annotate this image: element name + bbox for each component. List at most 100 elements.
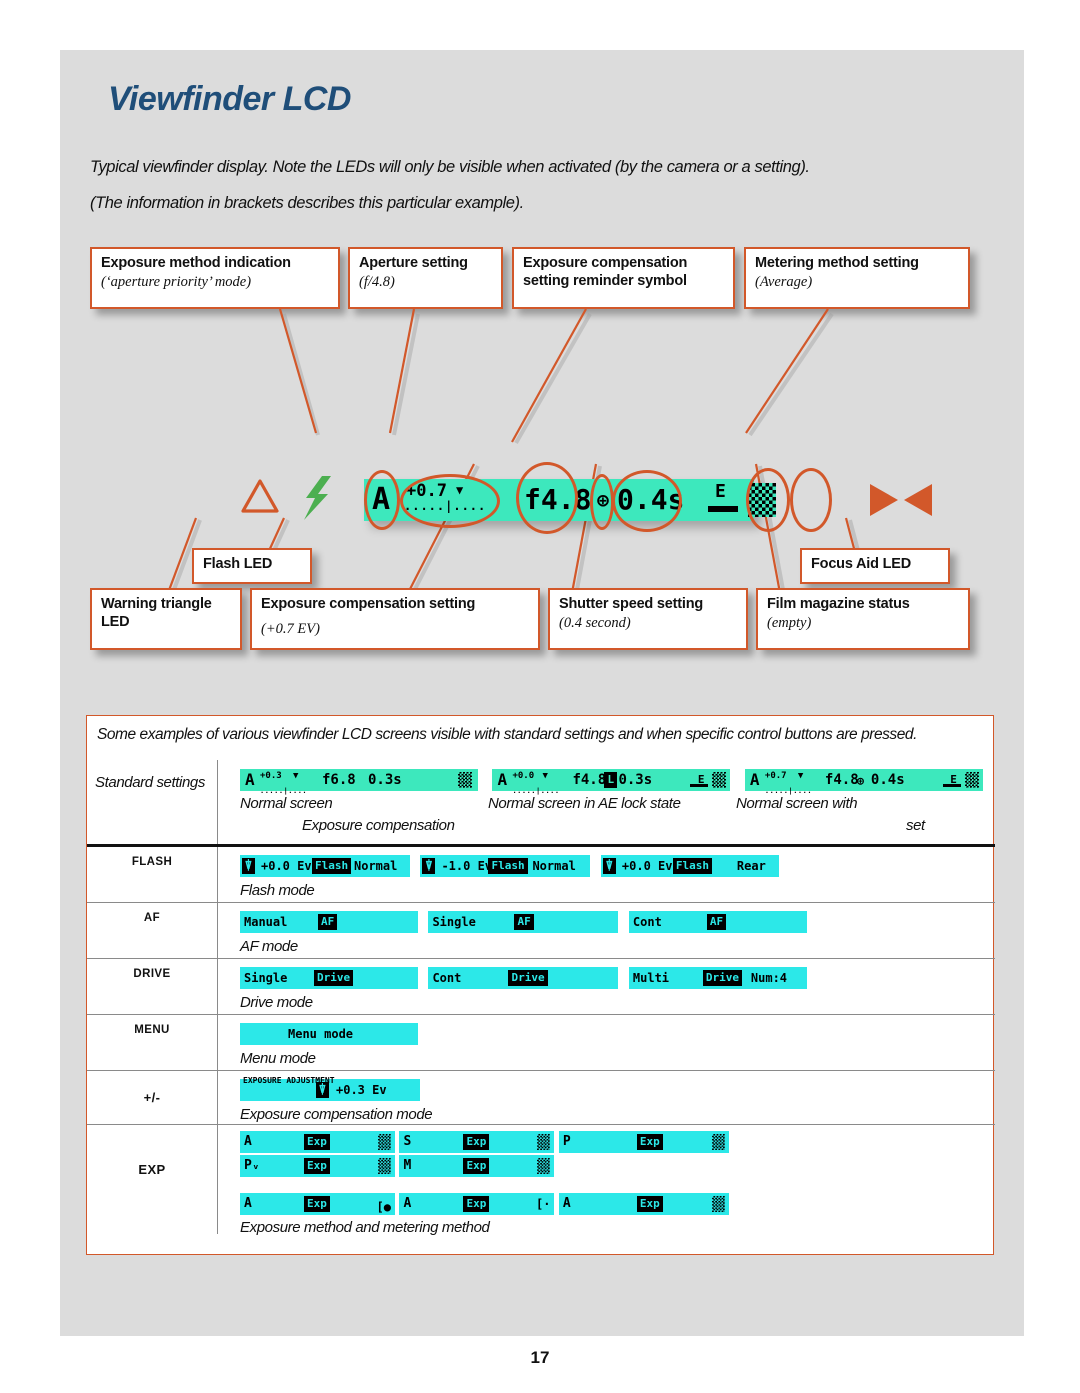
strip-film-icon xyxy=(712,772,727,788)
lcd-strip-flash-normal-1: ⍒ +0.0 Ev Flash Normal xyxy=(240,855,410,877)
flash-ev: +0.0 Ev xyxy=(261,859,312,873)
drive-badge: Drive xyxy=(702,970,743,986)
lcd-strip-exp-a: A Exp xyxy=(240,1131,395,1153)
button-cell-af[interactable]: AF xyxy=(87,903,217,958)
row-button-cell: Standard settings xyxy=(87,760,217,844)
lcd-strip-compensation-set: A +0.7 ▼ .....|.... f4.8 ⊕ 0.4s E xyxy=(744,769,983,795)
button-cell-plusminus[interactable]: +/- xyxy=(87,1071,217,1124)
callout-title-2: setting reminder symbol xyxy=(523,272,687,289)
lcd-strip-exp-pv: Pᵥ Exp xyxy=(240,1155,395,1177)
callout-subtitle: (Average) xyxy=(755,273,813,290)
document-page: Viewfinder LCD Typical viewfinder displa… xyxy=(60,50,1024,1336)
button-cell-flash[interactable]: FLASH xyxy=(87,847,217,902)
lcd-strip-exp-p: P Exp xyxy=(558,1131,729,1153)
comp-icon: ⍒ xyxy=(316,1082,329,1098)
strip-ae-lock: L xyxy=(604,772,618,788)
strip-metering-underline xyxy=(942,784,961,787)
exp-mode: M xyxy=(403,1158,412,1173)
callout-title: Aperture setting xyxy=(359,255,468,271)
row-content-flash: ⍒ +0.0 Ev Flash Normal ⍒ -1.0 Ev Flash N… xyxy=(217,847,995,902)
callout-shutter-speed-setting: Shutter speed setting (0.4 second) xyxy=(548,588,748,650)
lcd-metering-underline xyxy=(708,506,738,512)
lcd-strip-exp-s: S Exp xyxy=(399,1131,555,1153)
exp-badge: Exp xyxy=(636,1196,663,1212)
exp-badge: Exp xyxy=(463,1134,490,1150)
callout-flash-led: Flash LED xyxy=(192,548,312,584)
table-row-drive: DRIVE Single Drive Cont Drive Multi Driv… xyxy=(87,958,995,1014)
metering-spot-small-icon: [· xyxy=(536,1197,551,1211)
intro-line-1: Typical viewfinder display. Note the LED… xyxy=(90,158,810,176)
strip-shutter: 0.4s xyxy=(870,772,905,788)
drive-num: Num:4 xyxy=(750,971,788,985)
exp-mode: A xyxy=(244,1134,252,1149)
exp-badge: Exp xyxy=(636,1134,663,1150)
table-row-standard-settings: Standard settings A +0.3 ▼ .....|.... f6… xyxy=(87,760,995,844)
lcd-strip-exp-metering-spot: A Exp [● xyxy=(240,1193,395,1215)
caption-flash-mode: Flash mode xyxy=(240,882,315,899)
highlight-ring-aperture xyxy=(516,462,578,534)
row-content-menu: Menu mode Menu mode xyxy=(217,1015,995,1070)
exp-mode: A xyxy=(403,1196,412,1211)
drive-mode-label: Single xyxy=(244,971,288,985)
table-row-af: AF Manual AF Single AF Cont AF AF mode xyxy=(87,902,995,958)
exp-line-3: A Exp [● A Exp [· A Exp xyxy=(240,1193,995,1215)
row-content-af: Manual AF Single AF Cont AF AF mode xyxy=(217,903,995,958)
highlight-ring-shutter xyxy=(612,470,682,532)
flash-ev: +0.0 Ev xyxy=(621,859,673,873)
menu-mode-label: Menu mode xyxy=(288,1027,354,1041)
lcd-strip-drive-multi: Multi Drive Num:4 xyxy=(628,967,807,989)
highlight-ring-film-status xyxy=(790,468,832,532)
button-cell-exp[interactable]: EXP xyxy=(87,1125,217,1234)
lcd-strip-af-manual: Manual AF xyxy=(240,911,418,933)
callout-focus-aid-led: Focus Aid LED xyxy=(800,548,950,584)
table-row-menu: MENU Menu mode Menu mode xyxy=(87,1014,995,1070)
metering-spot-filled-icon: [● xyxy=(376,1200,391,1214)
lcd-strip-menu-mode: Menu mode xyxy=(240,1023,418,1045)
callout-title-2: LED xyxy=(101,613,130,630)
highlight-ring-compensation xyxy=(400,474,500,528)
exp-film-icon xyxy=(378,1134,391,1150)
callout-aperture-setting: Aperture setting (f/4.8) xyxy=(348,247,503,309)
lcd-strip-exp-m: M Exp xyxy=(399,1155,555,1177)
flash-bolt-icon xyxy=(304,476,331,520)
button-cell-menu[interactable]: MENU xyxy=(87,1015,217,1070)
af-mode-label: Manual xyxy=(244,915,288,929)
strip-metering: E xyxy=(950,773,957,786)
caption-normal-with: Normal screen with xyxy=(736,795,858,812)
strip-aperture: f6.8 xyxy=(322,772,356,788)
callout-film-magazine-status: Film magazine status (empty) xyxy=(756,588,970,650)
examples-panel-header: Some examples of various viewfinder LCD … xyxy=(97,726,917,743)
button-label-flash: FLASH xyxy=(131,856,173,868)
row-content-drive: Single Drive Cont Drive Multi Drive Num:… xyxy=(217,959,995,1014)
caption-menu-mode: Menu mode xyxy=(240,1050,316,1067)
highlight-ring-ae-symbol xyxy=(590,474,614,530)
lcd-strip-exposure-adjustment: EXPOSURE ADJUSTMENT ⍒ +0.3 Ev xyxy=(240,1076,420,1101)
flash-badge: Flash xyxy=(672,858,713,874)
strip-mode: A xyxy=(245,770,255,789)
flash-comp-icon: ⍒ xyxy=(242,858,255,874)
lcd-strip-flash-rear: ⍒ +0.0 Ev Flash Rear xyxy=(600,855,779,877)
exp-mode: S xyxy=(403,1134,412,1149)
strip-shutter: 0.3s xyxy=(368,772,402,788)
exp-film-icon xyxy=(378,1158,391,1174)
button-cell-drive[interactable]: DRIVE xyxy=(87,959,217,1014)
lcd-strip-ae-lock: A +0.0 ▼ .....|.... f4.8 L 0.3s E xyxy=(492,769,731,795)
caption-ae-lock: Normal screen in AE lock state xyxy=(488,795,681,812)
drive-badge: Drive xyxy=(314,970,354,986)
flash-sync: Normal xyxy=(354,859,398,873)
row-content-exp: A Exp S Exp P Exp Pᵥ Exp M Exp A Exp [● … xyxy=(217,1125,995,1236)
table-row-flash: FLASH ⍒ +0.0 Ev Flash Normal ⍒ -1.0 Ev F… xyxy=(87,844,995,902)
flash-comp-icon: ⍒ xyxy=(602,858,616,874)
warning-triangle-icon xyxy=(241,479,279,513)
exposure-adjustment-label: EXPOSURE ADJUSTMENT xyxy=(243,1076,335,1085)
lcd-strip-drive-cont: Cont Drive xyxy=(428,967,619,989)
exp-badge: Exp xyxy=(304,1196,330,1212)
callout-metering-method: Metering method setting (Average) xyxy=(744,247,970,309)
callout-exposure-method: Exposure method indication (‘aperture pr… xyxy=(90,247,340,309)
flash-sync: Normal xyxy=(532,859,576,873)
exp-badge: Exp xyxy=(304,1158,330,1174)
strip-ae-symbol: ⊕ xyxy=(856,774,865,788)
flash-ev: -1.0 Ev xyxy=(441,859,493,873)
callout-title: Shutter speed setting xyxy=(559,596,704,612)
exp-mode: Pᵥ xyxy=(244,1158,260,1173)
